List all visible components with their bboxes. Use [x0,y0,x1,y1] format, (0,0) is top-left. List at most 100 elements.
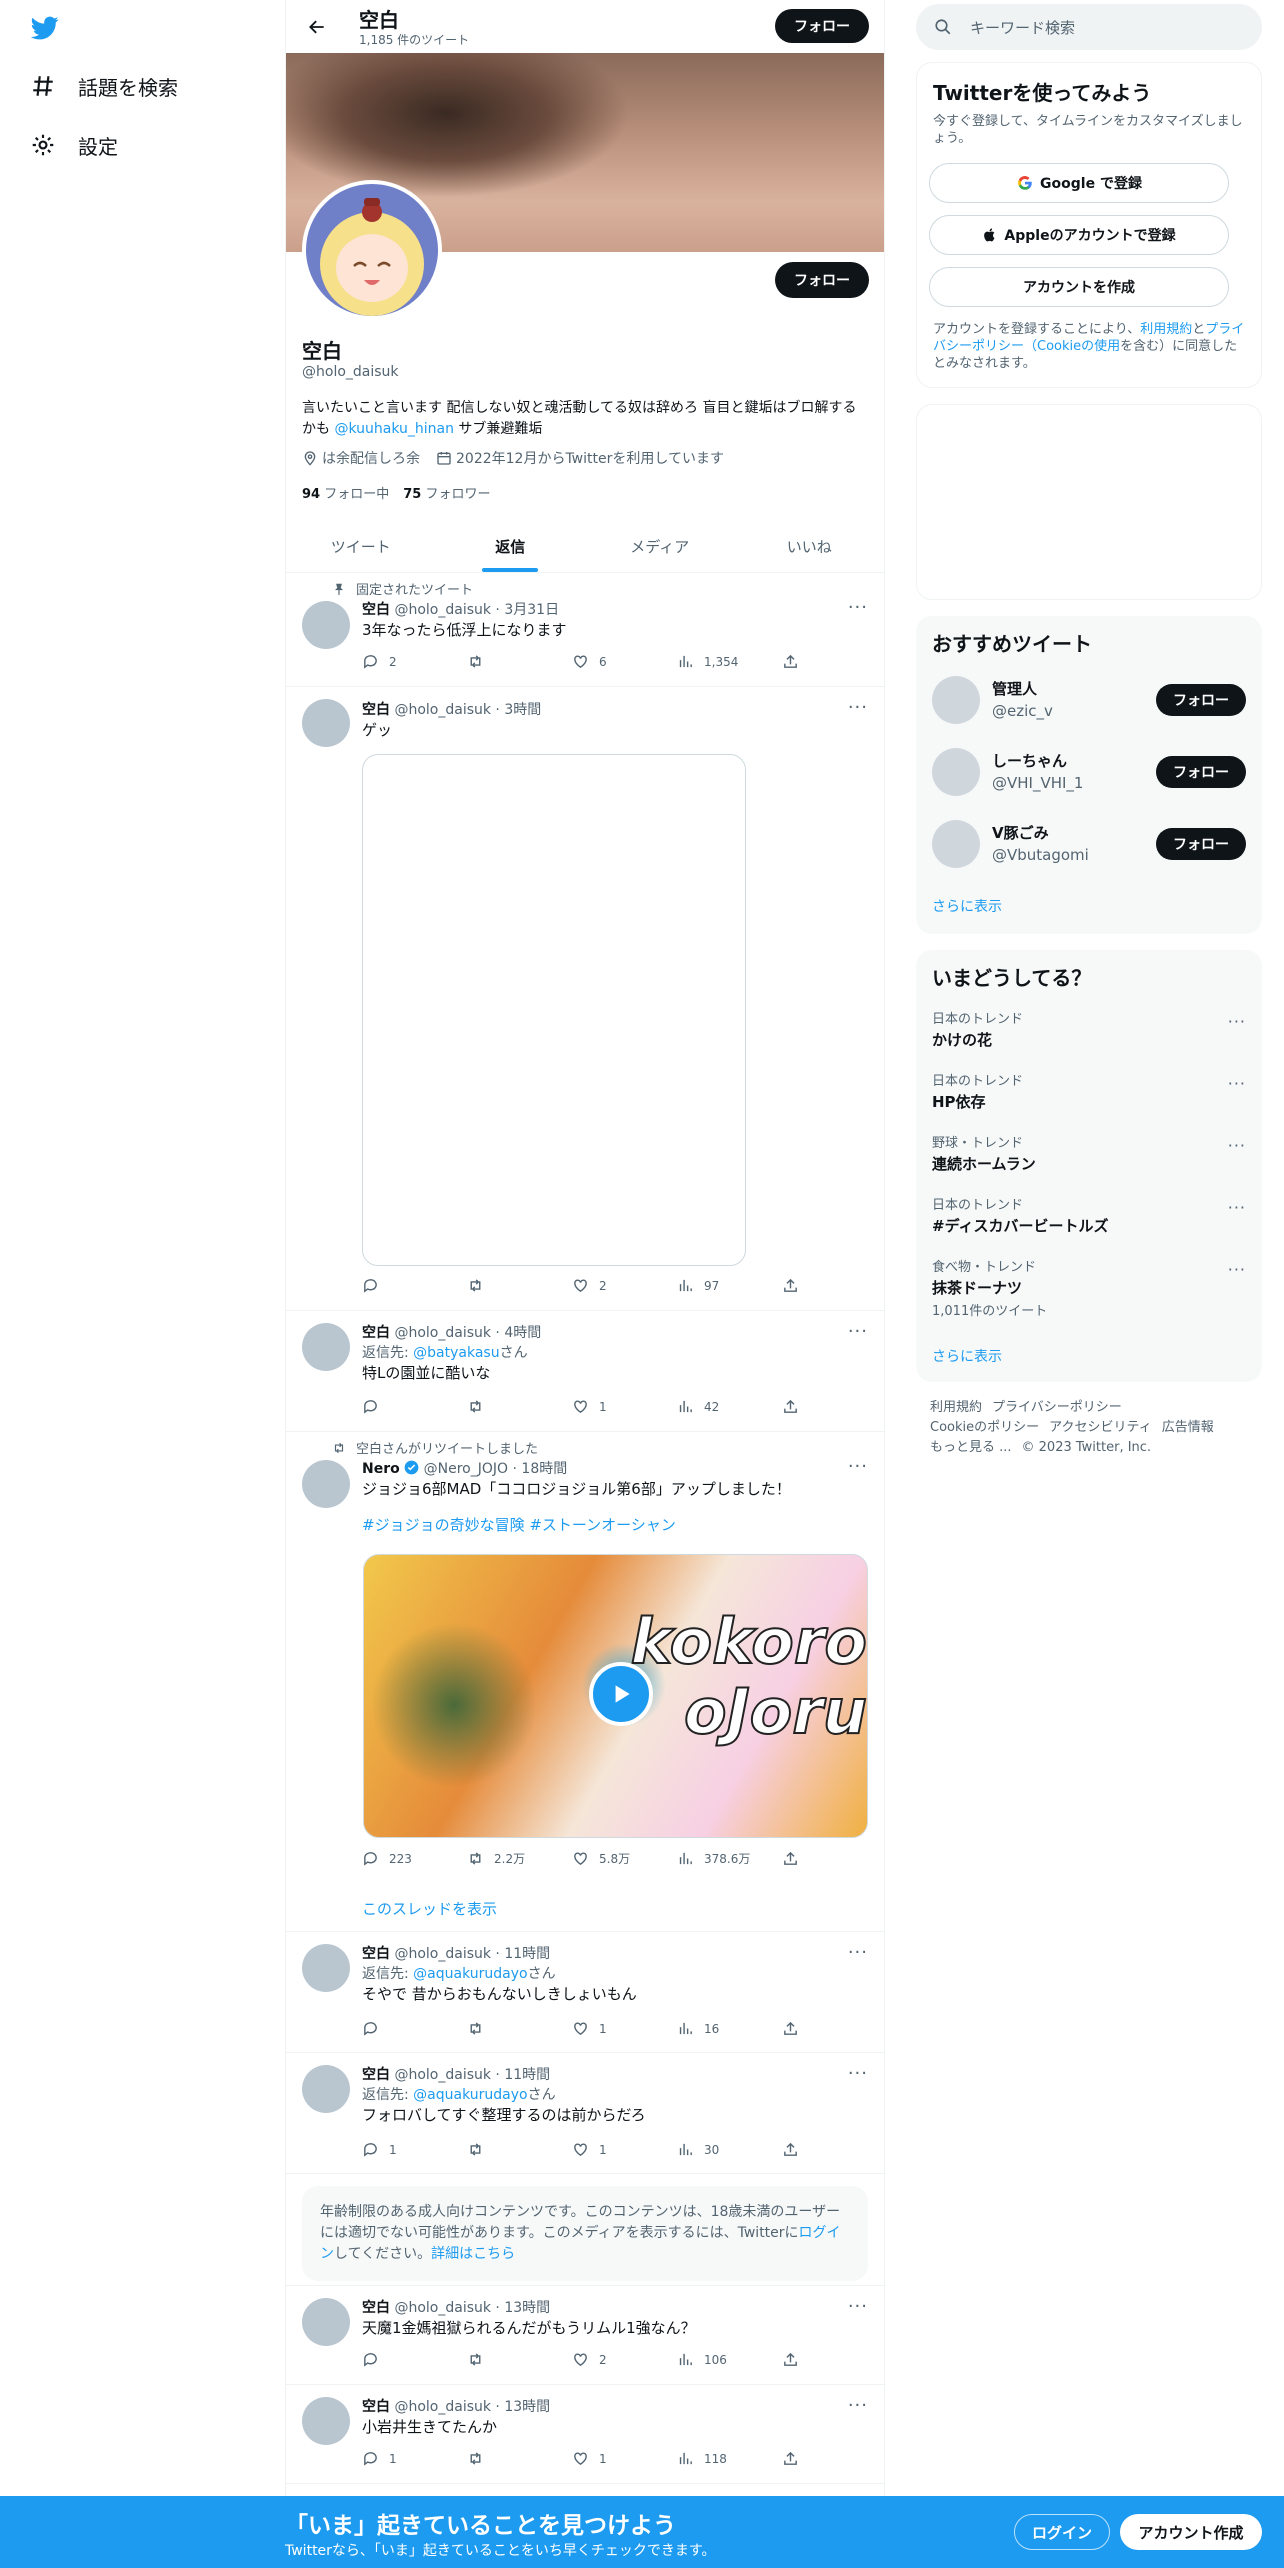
tweet[interactable]: 空白 @holo_daisuk · 13時間 天魔1金媽祖獄られるんだがもうリム… [286,2286,884,2385]
footer-terms-link[interactable]: 利用規約 [930,1400,982,1415]
twitter-logo-icon[interactable] [28,14,62,42]
more-icon[interactable]: ··· [1228,1198,1246,1217]
more-icon[interactable]: ··· [848,597,868,618]
share-button[interactable] [782,653,802,670]
like-button[interactable]: 1 [572,2020,662,2037]
show-more-link[interactable]: さらに表示 [932,896,1002,916]
views-button[interactable]: 1,354 [677,653,767,670]
reply-button[interactable] [362,2020,452,2037]
show-thread-link[interactable]: このスレッドを表示 [362,1898,497,1919]
views-button[interactable]: 378.6万 [677,1850,767,1867]
share-button[interactable] [782,2450,802,2467]
more-icon[interactable]: ··· [848,2063,868,2084]
share-button[interactable] [782,2020,802,2037]
trend-item[interactable]: 日本のトレンド #ディスカバービートルズ ··· [932,1194,1246,1236]
create-account-button[interactable]: アカウントを作成 [929,267,1229,307]
tab-replies[interactable]: 返信 [436,520,586,572]
retweet-button[interactable] [467,1277,557,1294]
more-icon[interactable]: ··· [848,1321,868,1342]
footer-privacy-link[interactable]: プライバシーポリシー [992,1400,1122,1415]
signup-button[interactable]: アカウント作成 [1120,2514,1262,2550]
views-button[interactable]: 30 [677,2141,767,2158]
login-button[interactable]: ログイン [1014,2514,1110,2550]
follow-button[interactable]: フォロー [1156,756,1246,788]
more-icon[interactable]: ··· [1228,1136,1246,1155]
nav-explore[interactable]: 話題を検索 [30,66,178,106]
footer-more-link[interactable]: もっと見る ... [930,1440,1012,1455]
reply-button[interactable] [362,1277,452,1294]
play-button[interactable] [589,1662,653,1726]
retweet-button[interactable] [467,2020,557,2037]
more-icon[interactable]: ··· [848,2296,868,2317]
learn-more-link[interactable]: 詳細はこちら [431,2246,515,2262]
more-icon[interactable]: ··· [1228,1260,1246,1279]
retweet-button[interactable] [467,2141,557,2158]
recommended-user[interactable]: V豚ごみ @Vbutagomi フォロー [932,816,1246,872]
retweet-button[interactable] [467,2351,557,2368]
retweet-button[interactable] [467,2450,557,2467]
follow-button[interactable]: フォロー [1156,828,1246,860]
like-button[interactable]: 1 [572,2141,662,2158]
tweet[interactable]: 空白 @holo_daisuk · 4時間 返信先: @batyakasuさん … [286,1311,884,1432]
profile-avatar[interactable] [302,180,442,320]
back-button[interactable] [300,10,334,44]
tweet[interactable]: 空白 @holo_daisuk · 11時間 返信先: @aquakuruday… [286,2053,884,2174]
reply-button[interactable] [362,2351,452,2368]
recommended-user[interactable]: 管理人 @ezic_v フォロー [932,672,1246,728]
avatar[interactable] [302,1944,350,1992]
avatar[interactable] [302,699,350,747]
share-button[interactable] [782,2141,802,2158]
views-button[interactable]: 106 [677,2351,767,2368]
like-button[interactable]: 1 [572,2450,662,2467]
tweet-video[interactable]: kokoro oJoru [363,1554,868,1838]
views-button[interactable]: 16 [677,2020,767,2037]
reply-mention-link[interactable]: @aquakurudayo [413,1966,527,1982]
reply-mention-link[interactable]: @aquakurudayo [413,2087,527,2103]
share-button[interactable] [782,2351,802,2368]
terms-link[interactable]: 利用規約 [1140,322,1192,337]
avatar[interactable] [932,676,980,724]
followers-link[interactable]: 75 フォロワー [403,483,490,502]
trend-item[interactable]: 野球・トレンド 連続ホームラン ··· [932,1132,1246,1174]
tweet[interactable]: 空白 @holo_daisuk · 11時間 返信先: @aquakuruday… [286,1932,884,2053]
reply-button[interactable]: 223 [362,1850,452,1867]
apple-signup-button[interactable]: Appleのアカウントで登録 [929,215,1229,255]
share-button[interactable] [782,1398,802,1415]
recommended-user[interactable]: しーちゃん @VHI_VHI_1 フォロー [932,744,1246,800]
profile-follow-button[interactable]: フォロー [775,262,869,298]
avatar[interactable] [302,1323,350,1371]
tweet-pinned[interactable]: 固定されたツイート 空白 @holo_daisuk · 3月31日 3年なったら… [286,573,884,687]
trend-item[interactable]: 日本のトレンド HP依存 ··· [932,1070,1246,1112]
tab-tweets[interactable]: ツイート [286,520,436,572]
footer-ads-link[interactable]: 広告情報 [1162,1420,1214,1435]
trend-item[interactable]: 日本のトレンド かけの花 ··· [932,1008,1246,1050]
tweet[interactable]: 空白 @holo_daisuk · 13時間 小岩井生きてたんか ··· 1 1… [286,2385,884,2484]
reply-button[interactable] [362,1398,452,1415]
retweet-button[interactable] [467,1398,557,1415]
nav-settings[interactable]: 設定 [30,125,118,165]
avatar[interactable] [932,748,980,796]
share-button[interactable] [782,1277,802,1294]
more-icon[interactable]: ··· [1228,1074,1246,1093]
views-button[interactable]: 97 [677,1277,767,1294]
reply-button[interactable]: 1 [362,2450,452,2467]
avatar[interactable] [302,2298,350,2346]
like-button[interactable]: 2 [572,2351,662,2368]
retweet-button[interactable]: 2.2万 [467,1850,557,1867]
views-button[interactable]: 118 [677,2450,767,2467]
avatar[interactable] [302,1460,350,1508]
google-signup-button[interactable]: Google で登録 [929,163,1229,203]
like-button[interactable]: 5.8万 [572,1850,662,1867]
more-icon[interactable]: ··· [848,1456,868,1477]
reply-button[interactable]: 2 [362,653,452,670]
tab-media[interactable]: メディア [585,520,735,572]
avatar[interactable] [932,820,980,868]
retweet-button[interactable] [467,653,557,670]
more-icon[interactable]: ··· [848,697,868,718]
like-button[interactable]: 1 [572,1398,662,1415]
views-button[interactable]: 42 [677,1398,767,1415]
follow-button[interactable]: フォロー [1156,684,1246,716]
bio-mention-link[interactable]: @kuuhaku_hinan [334,421,454,437]
header-follow-button[interactable]: フォロー [775,9,869,43]
share-button[interactable] [782,1850,802,1867]
